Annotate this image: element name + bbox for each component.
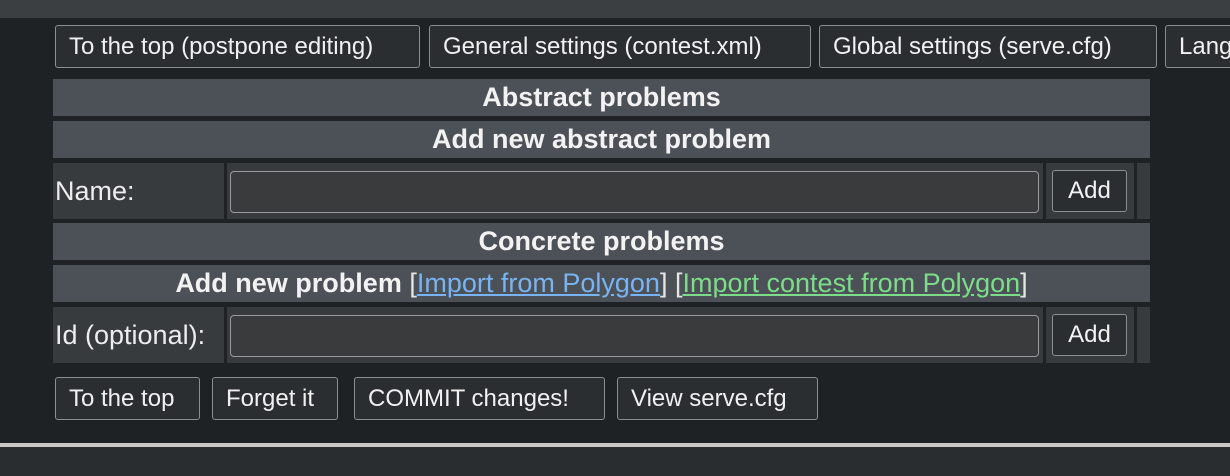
add-abstract-problem-button[interactable]: Add: [1052, 170, 1127, 212]
add-new-problem-header: Add new problem [Import from Polygon] [I…: [53, 265, 1150, 302]
import-from-polygon-link[interactable]: Import from Polygon: [417, 268, 660, 298]
bracket-open: [: [674, 268, 683, 298]
name-input[interactable]: [230, 171, 1039, 213]
bracket-close: ]: [659, 268, 668, 298]
add-abstract-problem-header: Add new abstract problem: [53, 121, 1150, 158]
commit-changes-button[interactable]: COMMIT changes!: [354, 377, 605, 420]
abstract-problems-header: Abstract problems: [53, 79, 1150, 116]
to-top-postpone-button[interactable]: To the top (postpone editing): [55, 25, 420, 68]
add-problem-button[interactable]: Add: [1052, 314, 1127, 356]
footer-band: [0, 447, 1230, 476]
bracket-open: [: [409, 268, 417, 298]
top-strip: [0, 0, 1230, 18]
add-problem-cell: Add: [1046, 307, 1134, 363]
id-optional-label: Id (optional):: [53, 307, 224, 363]
id-input[interactable]: [230, 315, 1039, 357]
id-input-cell: [227, 307, 1043, 363]
view-serve-cfg-button[interactable]: View serve.cfg: [617, 377, 818, 420]
name-input-cell: [227, 163, 1043, 219]
forget-it-button[interactable]: Forget it: [212, 377, 338, 420]
concrete-problems-header: Concrete problems: [53, 223, 1150, 260]
bracket-close: ]: [1020, 268, 1028, 298]
add-abstract-cell: Add: [1046, 163, 1134, 219]
general-settings-button[interactable]: General settings (contest.xml): [429, 25, 811, 68]
row-end-cell: [1137, 163, 1150, 219]
to-top-button[interactable]: To the top: [55, 377, 200, 420]
global-settings-button[interactable]: Global settings (serve.cfg): [819, 25, 1157, 68]
add-new-problem-title: Add new problem: [175, 268, 402, 298]
language-settings-button[interactable]: Lang: [1165, 25, 1230, 68]
import-contest-from-polygon-link[interactable]: Import contest from Polygon: [683, 268, 1021, 298]
name-label: Name:: [53, 163, 224, 219]
row-end-cell: [1137, 307, 1150, 363]
